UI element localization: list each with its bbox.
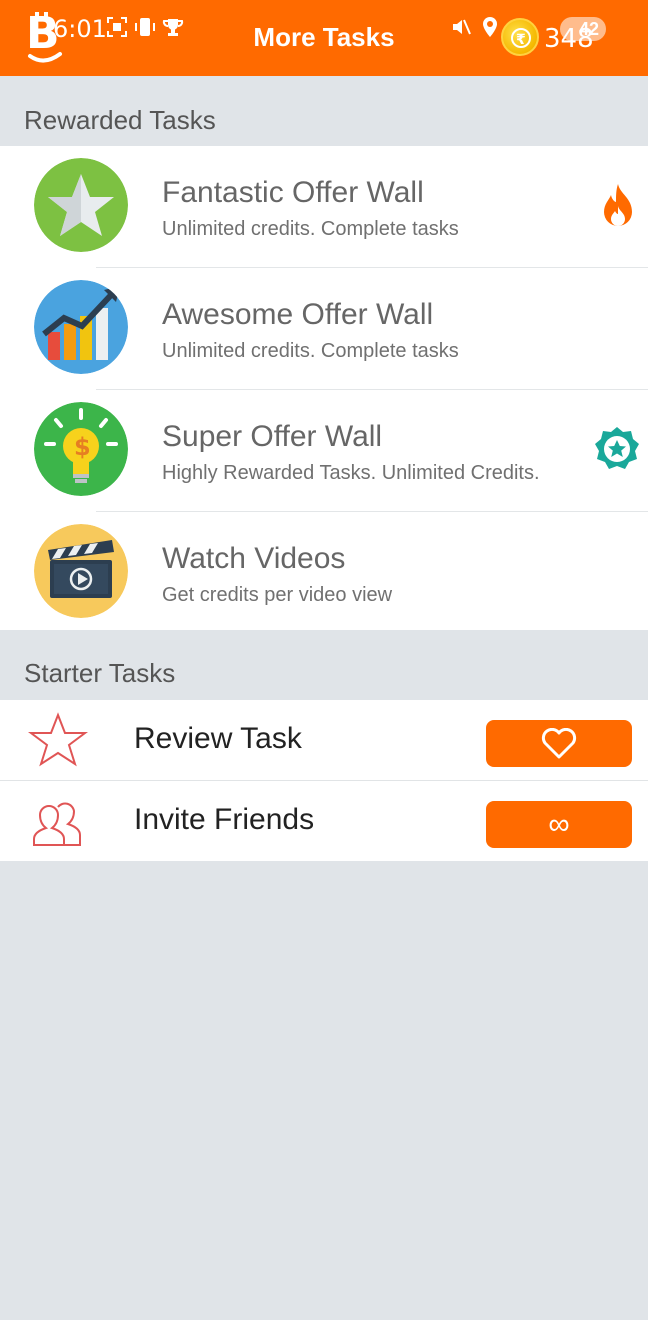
task-description: Unlimited credits. Complete tasks	[162, 218, 459, 240]
task-fantastic-offer-wall[interactable]: Fantastic Offer Wall Unlimited credits. …	[0, 146, 648, 268]
task-awesome-offer-wall[interactable]: Awesome Offer Wall Unlimited credits. Co…	[0, 268, 648, 390]
task-name: Invite Friends	[134, 803, 315, 836]
system-status-icons	[450, 16, 500, 38]
task-name: Awesome Offer Wall	[162, 298, 434, 331]
review-task-button[interactable]	[486, 720, 632, 767]
credits-coin-icon: ₹	[501, 18, 539, 56]
task-name: Review Task	[134, 722, 302, 755]
task-description: Get credits per video view	[162, 584, 393, 606]
task-name: Fantastic Offer Wall	[162, 176, 424, 209]
task-description: Unlimited credits. Complete tasks	[162, 340, 459, 362]
star-outline-icon	[28, 712, 88, 767]
section-title-starter: Starter Tasks	[0, 630, 648, 700]
app-header: B 6:01 More Tasks ₹ 42 348	[0, 0, 648, 76]
task-name: Super Offer Wall	[162, 420, 383, 453]
task-name: Watch Videos	[162, 542, 346, 575]
task-invite-friends[interactable]: Invite Friends ∞	[0, 781, 648, 861]
mute-icon	[453, 19, 471, 35]
section-title-rewarded: Rewarded Tasks	[0, 76, 648, 146]
heart-icon	[541, 727, 577, 759]
fire-icon	[604, 184, 632, 226]
star-circle-icon	[34, 158, 128, 252]
svg-text:$: $	[74, 433, 91, 461]
bar-chart-circle-icon	[34, 280, 128, 374]
task-super-offer-wall[interactable]: $ Super Offer Wall Highly Rewarded Tasks…	[0, 390, 648, 512]
clapperboard-icon	[34, 524, 128, 618]
task-watch-videos[interactable]: Watch Videos Get credits per video view	[0, 512, 648, 634]
rewarded-task-list: Fantastic Offer Wall Unlimited credits. …	[0, 146, 648, 634]
star-badge-icon	[595, 427, 639, 469]
task-description: Highly Rewarded Tasks. Unlimited Credits…	[162, 462, 540, 484]
users-outline-icon	[33, 802, 81, 846]
credits-count[interactable]: 348	[544, 24, 594, 54]
invite-friends-button[interactable]: ∞	[486, 801, 632, 848]
lightbulb-dollar-icon: $	[34, 402, 128, 496]
svg-text:₹: ₹	[516, 32, 526, 48]
task-review[interactable]: Review Task	[0, 700, 648, 780]
location-icon	[483, 17, 497, 37]
starter-task-list: Review Task Invite Friends ∞	[0, 700, 648, 861]
